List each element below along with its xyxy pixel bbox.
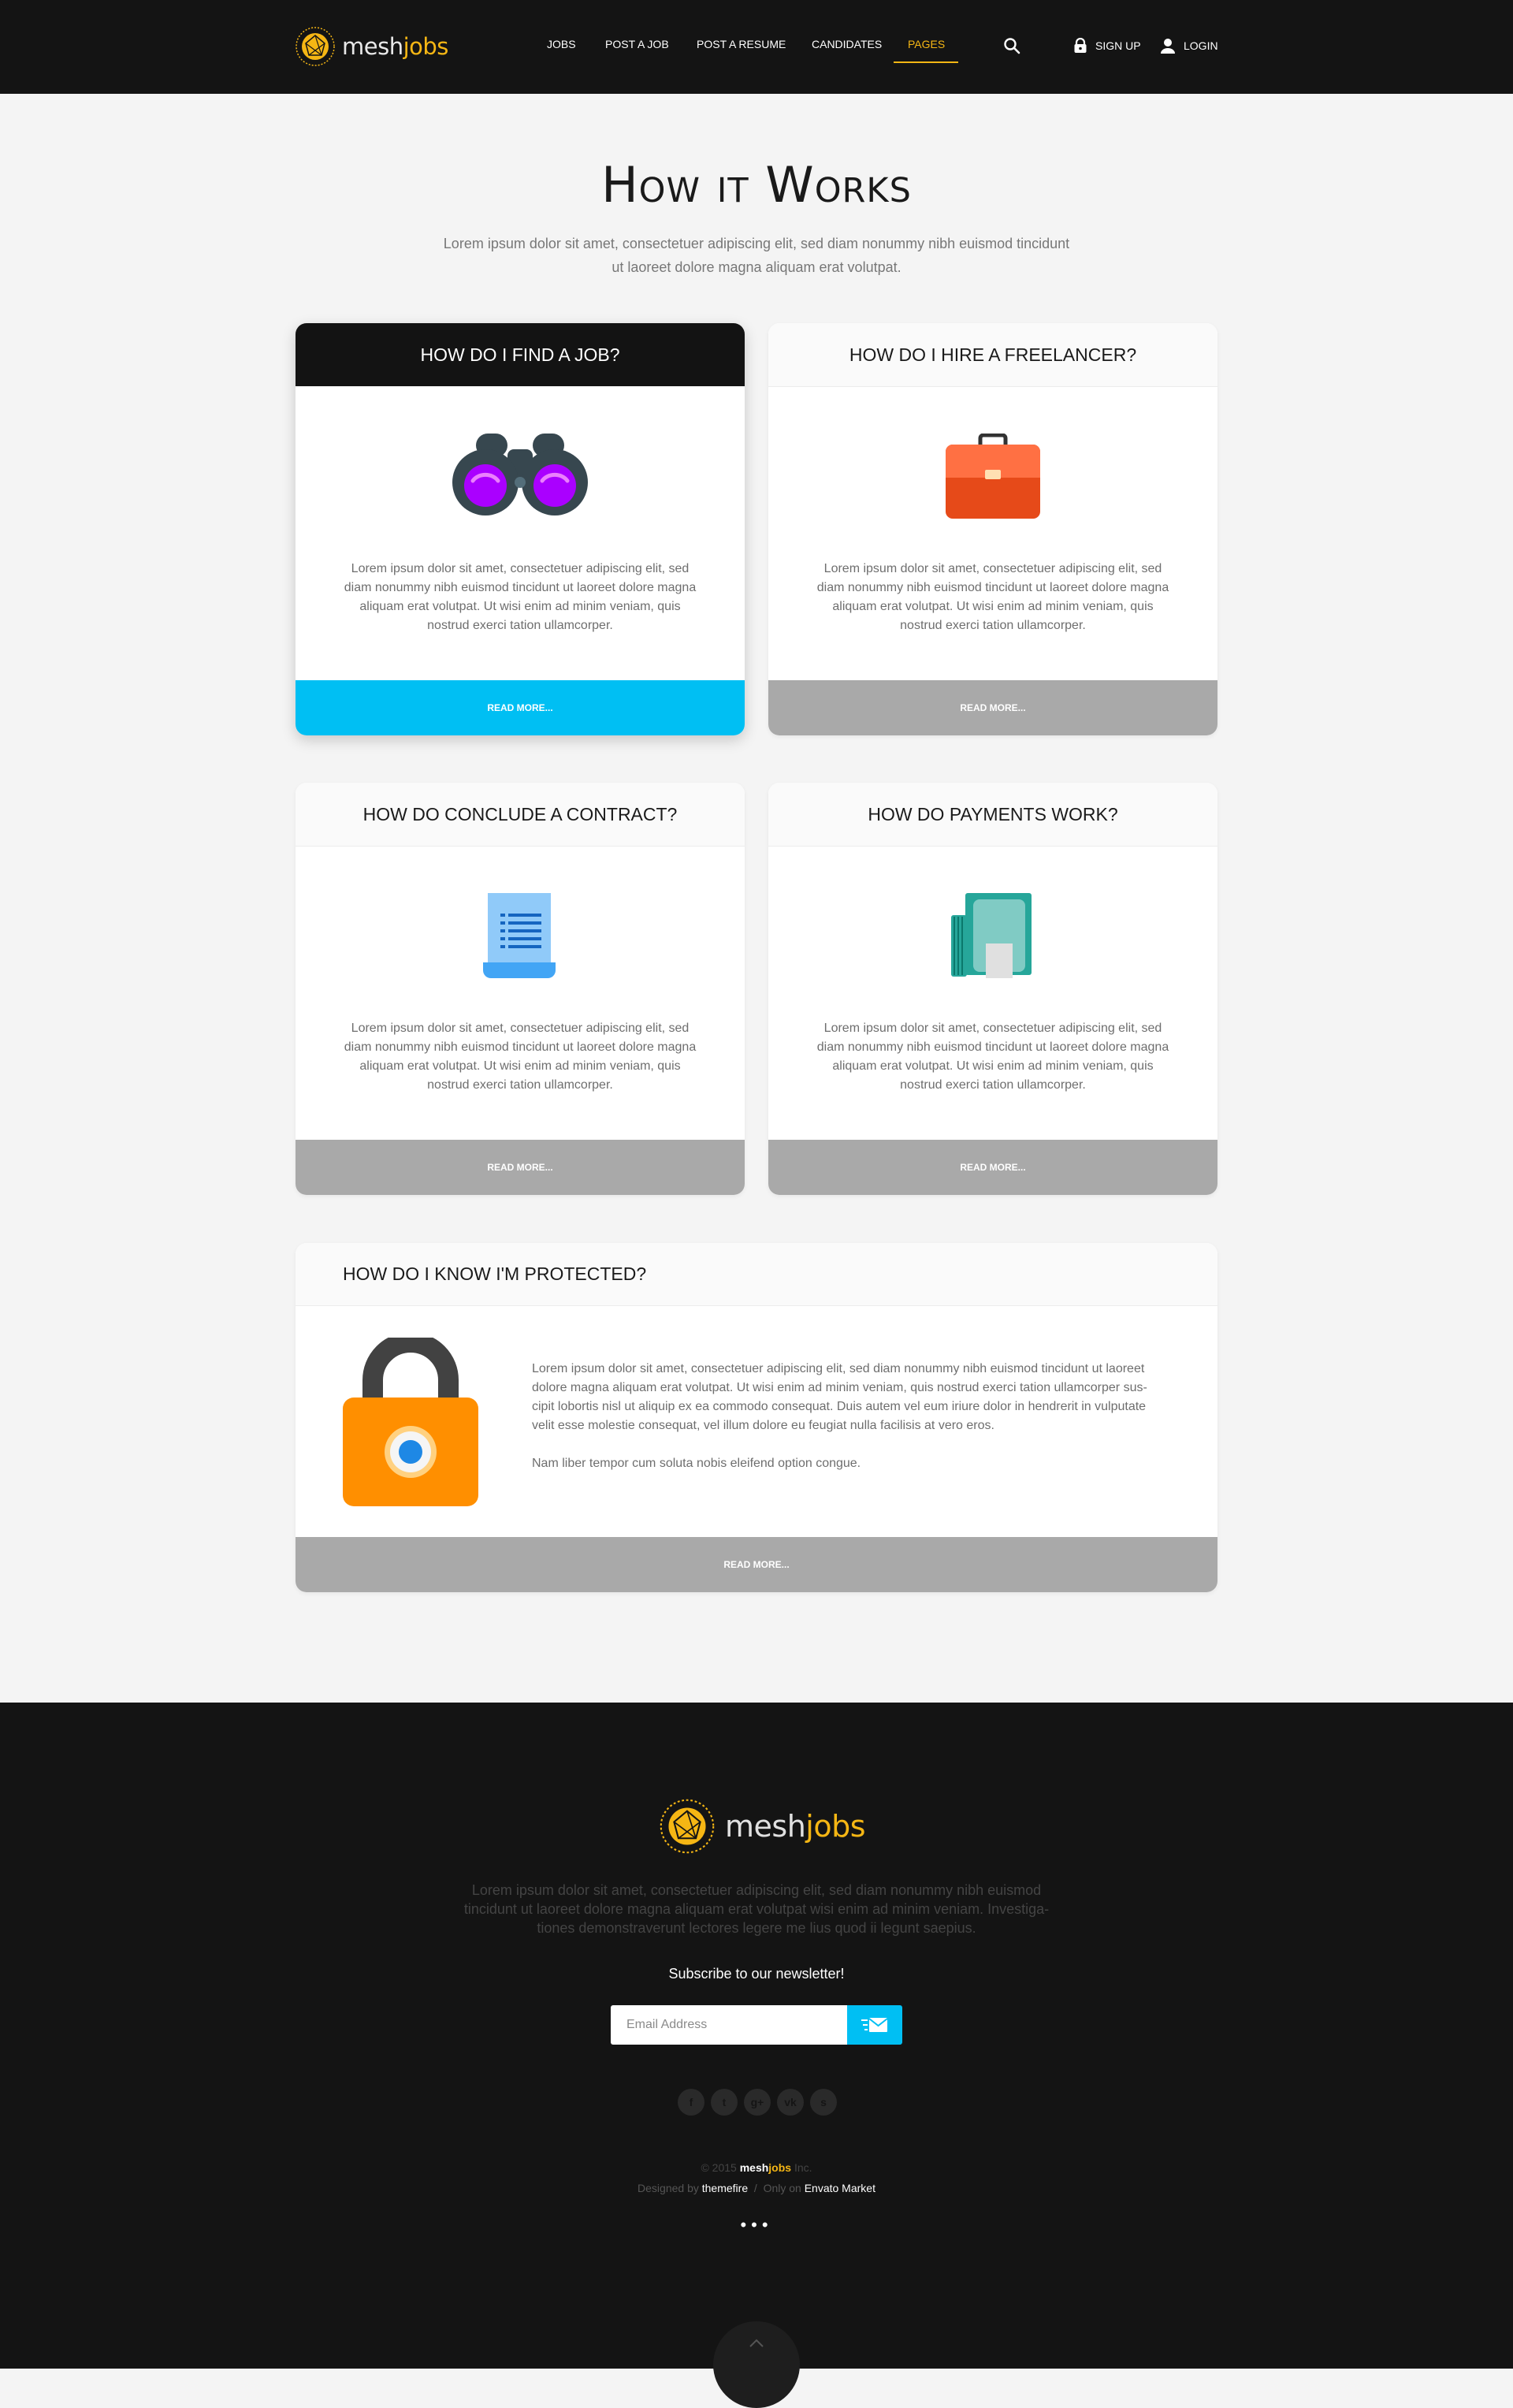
- designed-by-label: Designed by: [638, 2182, 699, 2194]
- site-header: meshjobs JOBS POST A JOB POST A RESUME C…: [0, 0, 1513, 94]
- site-footer: meshjobs Lorem ipsum dolor sit amet, con…: [0, 1703, 1513, 2408]
- read-more-button[interactable]: READ MORE...: [296, 1140, 745, 1195]
- read-more-button[interactable]: READ MORE...: [296, 680, 745, 735]
- card-title: HOW DO I HIRE A FREELANCER?: [768, 323, 1217, 387]
- vk-icon[interactable]: vk: [777, 2089, 804, 2116]
- nav-jobs[interactable]: JOBS: [547, 38, 576, 55]
- credits-separator: /: [753, 2182, 757, 2194]
- read-more-button[interactable]: READ MORE...: [296, 1537, 1217, 1592]
- back-to-top-button[interactable]: [713, 2321, 800, 2408]
- more-dots[interactable]: •••: [0, 2215, 1513, 2235]
- card-payments: HOW DO PAYMENTS WORK? Lorem ipsum dolor …: [768, 783, 1217, 1195]
- search-icon[interactable]: [1002, 36, 1021, 55]
- card-body-text: Lorem ipsum dolor sit amet, consectetuer…: [532, 1360, 1154, 1492]
- footer-brand-accent: jobs: [805, 1809, 866, 1844]
- user-icon: [1161, 39, 1175, 54]
- nav-candidates[interactable]: CANDIDATES: [812, 38, 882, 55]
- briefcase-icon: [946, 434, 1040, 519]
- nav-post-a-resume[interactable]: POST A RESUME: [697, 38, 786, 55]
- brand-name-accent: jobs: [403, 33, 449, 60]
- padlock-icon: [343, 1338, 478, 1506]
- card-title: HOW DO PAYMENTS WORK?: [768, 783, 1217, 847]
- lock-icon: [1074, 38, 1087, 53]
- money-icon: [951, 893, 1032, 978]
- card-find-job: HOW DO I FIND A JOB? Lorem ipsum dolor s…: [296, 323, 745, 735]
- page-subtitle: Lorem ipsum dolor sit amet, consectetuer…: [443, 236, 1070, 275]
- card-hire-freelancer: HOW DO I HIRE A FREELANCER? Lorem ipsum …: [768, 323, 1217, 735]
- social-links: f t g+ vk s: [678, 2089, 837, 2116]
- skype-icon[interactable]: s: [810, 2089, 837, 2116]
- designer-link[interactable]: themefire: [702, 2182, 748, 2194]
- read-more-button[interactable]: READ MORE...: [768, 1140, 1217, 1195]
- google-plus-icon[interactable]: g+: [744, 2089, 771, 2116]
- card-conclude-contract: HOW DO CONCLUDE A CONTRACT? Lorem ipsum …: [296, 783, 745, 1195]
- signup-link[interactable]: SIGN UP: [1073, 36, 1141, 55]
- card-paragraph-1: Lorem ipsum dolor sit amet, consectetuer…: [532, 1362, 1147, 1432]
- send-mail-icon: [861, 2018, 888, 2032]
- twitter-icon[interactable]: t: [711, 2089, 738, 2116]
- signup-label: SIGN UP: [1095, 39, 1141, 52]
- newsletter-heading: Subscribe to our newsletter!: [668, 1966, 845, 1982]
- nav-post-a-job[interactable]: POST A JOB: [605, 38, 669, 55]
- marketplace-link[interactable]: Envato Market: [805, 2182, 875, 2194]
- login-link[interactable]: LOGIN: [1160, 36, 1218, 55]
- facebook-icon[interactable]: f: [678, 2089, 704, 2116]
- card-body-text: Lorem ipsum dolor sit amet, consectetuer…: [344, 1022, 697, 1092]
- brand-name-plain: mesh: [342, 33, 403, 60]
- credits: Designed by themefire / Only on Envato M…: [0, 2182, 1513, 2194]
- email-input[interactable]: [611, 2005, 847, 2045]
- login-label: LOGIN: [1184, 39, 1218, 52]
- binoculars-icon: [452, 434, 588, 515]
- brand-name: meshjobs: [342, 33, 448, 60]
- card-body-text: Lorem ipsum dolor sit amet, consectetuer…: [344, 562, 697, 632]
- footer-description: Lorem ipsum dolor sit amet, consectetuer…: [463, 1882, 1050, 1936]
- brand-logo[interactable]: meshjobs: [295, 25, 448, 68]
- nav-pages[interactable]: PAGES: [908, 38, 945, 55]
- copyright-prefix: © 2015: [701, 2161, 737, 2174]
- card-title: HOW DO I FIND A JOB?: [296, 323, 745, 386]
- copyright: © 2015 meshjobs Inc.: [0, 2161, 1513, 2174]
- document-icon: [483, 893, 556, 978]
- copyright-brand-accent: jobs: [768, 2161, 792, 2174]
- subscribe-button[interactable]: [847, 2005, 902, 2045]
- only-on-label: Only on: [763, 2182, 801, 2194]
- card-title: HOW DO CONCLUDE A CONTRACT?: [296, 783, 745, 847]
- chevron-up-icon: [749, 2339, 764, 2347]
- footer-brand-plain: mesh: [725, 1809, 806, 1844]
- card-body-text: Lorem ipsum dolor sit amet, consectetuer…: [816, 562, 1169, 632]
- read-more-button[interactable]: READ MORE...: [768, 680, 1217, 735]
- copyright-brand-plain: mesh: [739, 2161, 769, 2174]
- footer-brand-name: meshjobs: [725, 1809, 866, 1844]
- card-paragraph-2: Nam liber tempor cum soluta nobis eleife…: [532, 1457, 861, 1470]
- mesh-logo-icon: [660, 1799, 715, 1854]
- card-protected: HOW DO I KNOW I'M PROTECTED? Lorem ipsum…: [296, 1243, 1217, 1592]
- page-title: How it Works: [601, 156, 912, 214]
- newsletter-form: [611, 2005, 902, 2045]
- mesh-logo-icon: [296, 27, 335, 66]
- nav-active-indicator: [894, 61, 958, 63]
- copyright-suffix: Inc.: [794, 2161, 812, 2174]
- card-body-text: Lorem ipsum dolor sit amet, consectetuer…: [816, 1022, 1169, 1092]
- footer-brand-logo[interactable]: meshjobs: [659, 1797, 866, 1855]
- card-title: HOW DO I KNOW I'M PROTECTED?: [296, 1243, 1217, 1306]
